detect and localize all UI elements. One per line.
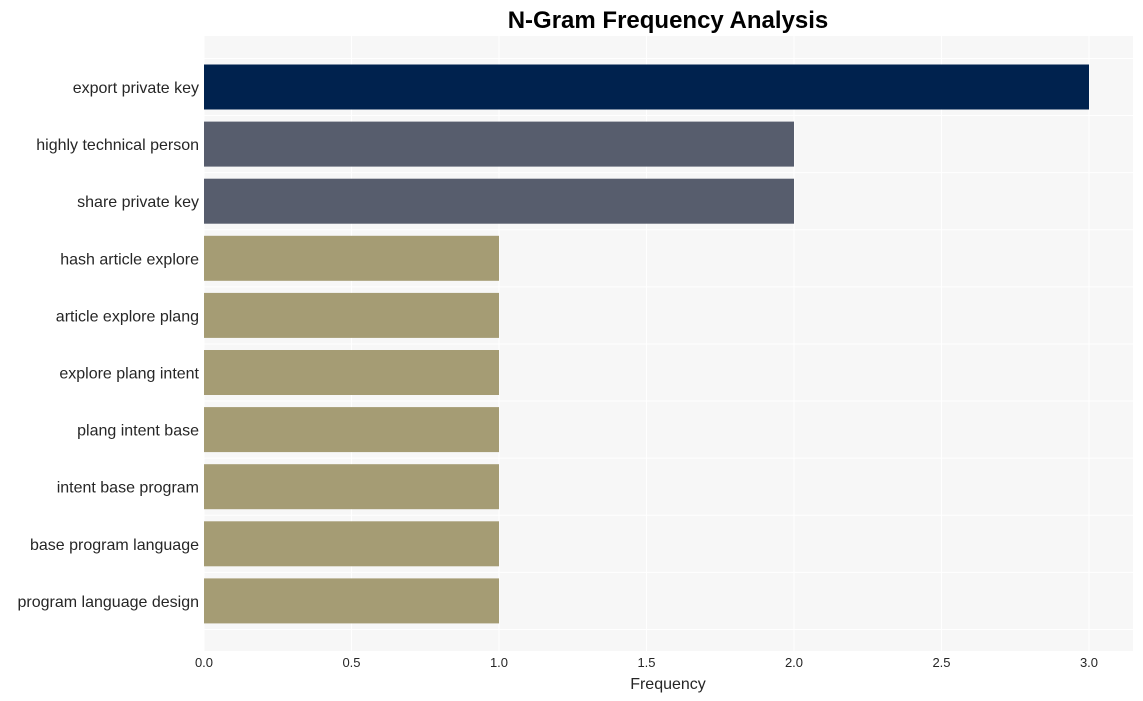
x-tick-label: 0.0 bbox=[195, 655, 213, 670]
x-tick-labels: 0.0 0.5 1.0 1.5 2.0 2.5 3.0 bbox=[195, 655, 1098, 670]
bar-share-private-key bbox=[204, 178, 794, 224]
x-tick-label: 2.0 bbox=[785, 655, 803, 670]
x-tick-label: 3.0 bbox=[1080, 655, 1098, 670]
y-tick-label: intent base program bbox=[57, 480, 199, 497]
y-tick-label: share private key bbox=[77, 194, 199, 211]
bar-plang-intent-base bbox=[204, 407, 499, 453]
bar-export-private-key bbox=[204, 64, 1089, 110]
y-tick-label: highly technical person bbox=[36, 137, 199, 154]
chart: export private key highly technical perso… bbox=[18, 7, 1133, 693]
x-tick-label: 1.0 bbox=[490, 655, 508, 670]
bar-program-language-design bbox=[204, 578, 499, 624]
y-tick-label: hash article explore bbox=[60, 251, 199, 268]
y-tick-label: program language design bbox=[18, 594, 199, 611]
x-tick-label: 1.5 bbox=[637, 655, 655, 670]
y-tick-label: export private key bbox=[73, 80, 199, 97]
bar-highly-technical-person bbox=[204, 121, 794, 167]
y-tick-label: explore plang intent bbox=[59, 366, 199, 383]
chart-title: N-Gram Frequency Analysis bbox=[508, 7, 829, 34]
bar-explore-plang-intent bbox=[204, 350, 499, 395]
y-tick-labels: export private key highly technical perso… bbox=[18, 80, 200, 611]
bar-intent-base-program bbox=[204, 464, 499, 510]
x-tick-label: 2.5 bbox=[932, 655, 950, 670]
x-axis-label: Frequency bbox=[630, 676, 706, 693]
y-tick-label: base program language bbox=[30, 537, 199, 554]
bar-base-program-language bbox=[204, 521, 499, 567]
x-tick-label: 0.5 bbox=[342, 655, 360, 670]
y-tick-label: article explore plang bbox=[56, 308, 199, 325]
bar-article-explore-plang bbox=[204, 292, 499, 338]
bar-hash-article-explore bbox=[204, 235, 499, 281]
y-tick-label: plang intent base bbox=[77, 423, 199, 440]
